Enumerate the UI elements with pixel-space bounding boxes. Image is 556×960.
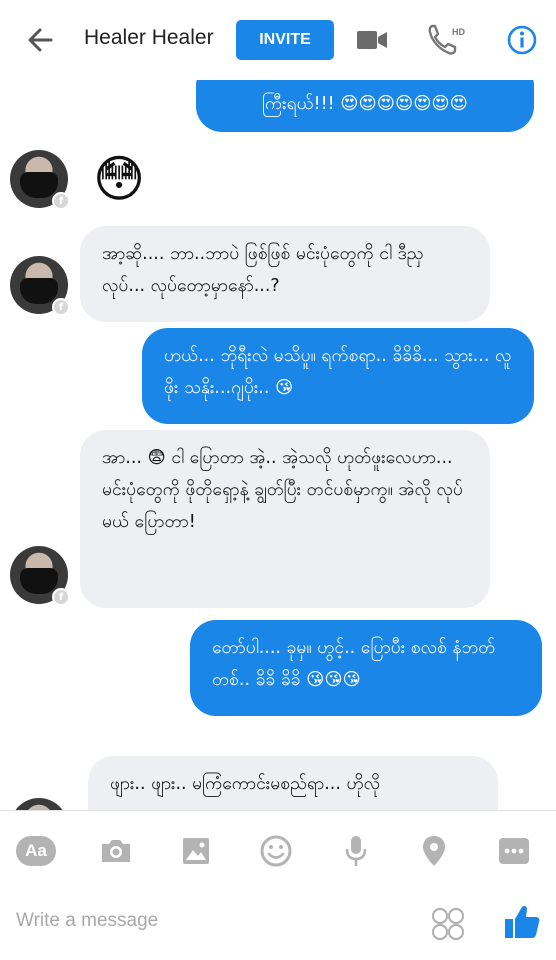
contact-avatar[interactable] (10, 798, 68, 810)
facebook-badge-icon: f (52, 588, 70, 606)
aa-icon: Aa (16, 836, 56, 866)
contact-avatar[interactable]: f (10, 546, 70, 606)
gallery-icon (183, 838, 209, 864)
location-icon (423, 836, 445, 866)
like-button[interactable] (502, 902, 542, 942)
info-button[interactable] (502, 20, 542, 60)
voice-button[interactable] (336, 831, 376, 871)
contact-name[interactable]: Healer Healer (84, 26, 214, 50)
info-icon (507, 25, 537, 55)
contact-avatar[interactable]: f (10, 256, 70, 316)
text-format-button[interactable]: Aa (16, 831, 56, 871)
conversation-header: Healer Healer INVITE HD (0, 0, 556, 80)
camera-button[interactable] (96, 831, 136, 871)
message-bubble-incoming[interactable]: အာ့ဆို.... ဘာ..ဘာပဲ ဖြစ်ဖြစ် မင်းပုံတွေက… (80, 226, 490, 322)
message-bubble-outgoing[interactable]: ကြီးရယ်!!! 😍😍😍😍😍😍😍 (196, 80, 534, 132)
facebook-badge-icon: f (52, 192, 70, 210)
emoji-icon (431, 907, 465, 941)
sticker-icon (260, 835, 292, 867)
message-bubble-incoming[interactable]: ဖျား.. ဖျား.. မကြံကောင်းမစည်ရာ... ဟိုလို (88, 756, 498, 810)
gallery-button[interactable] (176, 831, 216, 871)
composer-toolbar: Aa (0, 810, 556, 888)
camera-icon (102, 840, 130, 862)
facebook-badge-icon: f (52, 298, 70, 316)
emoji-button[interactable] (430, 906, 466, 942)
location-button[interactable] (414, 831, 454, 871)
more-icon (499, 838, 529, 864)
contact-avatar[interactable]: f (10, 150, 70, 210)
message-bubble-outgoing[interactable]: ဟယ်... ဘိုရီးလဲ မသိပူ။ ရက်စရာ.. ခိခိခိ..… (142, 328, 534, 424)
back-arrow-icon (28, 28, 53, 52)
hd-call-button[interactable]: HD (426, 20, 466, 60)
message-composer: Write a message (0, 888, 556, 960)
message-thread[interactable]: ကြီးရယ်!!! 😍😍😍😍😍😍😍 f 😳 အာ့ဆို.... ဘာ..ဘာ… (0, 80, 556, 810)
flushed-emoji-message[interactable]: 😳 (88, 148, 150, 210)
video-call-button[interactable] (352, 20, 392, 60)
svg-text:HD: HD (452, 27, 465, 37)
invite-button[interactable]: INVITE (236, 20, 334, 60)
sticker-button[interactable] (256, 831, 296, 871)
message-bubble-incoming[interactable]: အာ... 😨 ငါ ပြောတာ အဲ့.. အဲ့သလို ဟုတ်ဖူးလ… (80, 430, 490, 608)
video-call-icon (357, 31, 387, 49)
like-icon (505, 905, 540, 938)
message-bubble-outgoing[interactable]: တော်ပါ.... ခုမှ။ ဟွင့်.. ပြောပီး စလစ် နံ… (190, 620, 542, 716)
back-button[interactable] (22, 22, 58, 58)
message-input[interactable]: Write a message (16, 910, 158, 932)
microphone-icon (345, 836, 367, 866)
hd-phone-icon: HD (428, 24, 465, 55)
more-button[interactable] (494, 831, 534, 871)
